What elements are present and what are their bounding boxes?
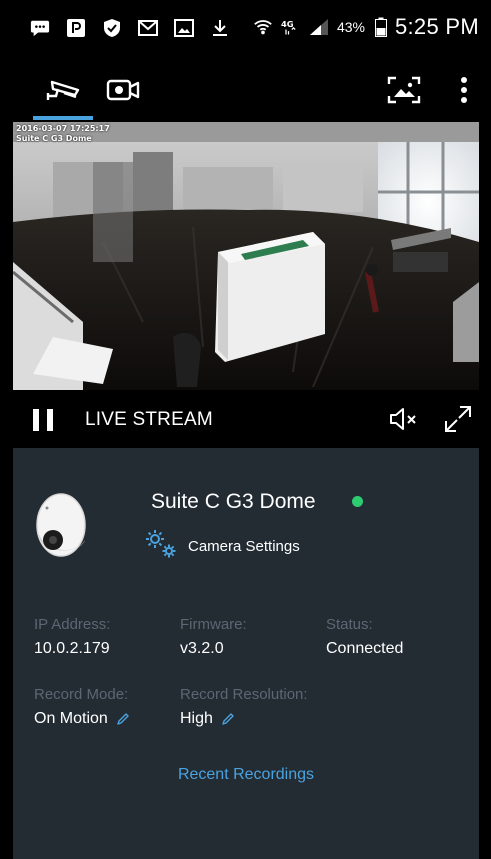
tab-live-cameras[interactable] (43, 72, 83, 112)
status-label: Status: (326, 616, 373, 633)
feed-timestamp: 2016-03-07 17:25:17 (16, 124, 110, 133)
pencil-icon (222, 713, 234, 725)
ip-address-label: IP Address: (34, 616, 111, 633)
fullscreen-button[interactable] (443, 404, 473, 434)
firmware-value: v3.2.0 (180, 640, 224, 657)
recent-recordings-link[interactable]: Recent Recordings (13, 766, 479, 784)
shield-icon (102, 18, 122, 38)
camera-feed[interactable]: 2016-03-07 17:25:17 Suite C G3 Dome (13, 122, 479, 390)
security-camera-icon (44, 76, 82, 109)
battery-percent: 43% (336, 19, 365, 35)
snapshot-button[interactable] (386, 74, 422, 110)
status-bar: 4G 43% 5:25 PM (0, 0, 491, 62)
record-resolution-label: Record Resolution: (180, 686, 308, 703)
edit-record-resolution-button[interactable] (221, 712, 235, 726)
app-p-icon (66, 18, 86, 38)
svg-text:4G: 4G (281, 19, 294, 29)
pause-button[interactable] (33, 409, 53, 431)
snapshot-icon (387, 76, 421, 109)
fullscreen-icon (443, 406, 473, 438)
gears-icon (143, 528, 179, 565)
camera-thumbnail (33, 490, 89, 560)
clock: 5:25 PM (394, 14, 479, 39)
camera-feed-image (13, 122, 479, 390)
feed-overlay: 2016-03-07 17:25:17 Suite C G3 Dome (16, 124, 110, 144)
message-icon (30, 18, 50, 38)
tab-recordings[interactable] (103, 72, 143, 112)
selected-tab-indicator (33, 116, 93, 120)
status-field: Status: Connected (326, 616, 403, 658)
gmail-icon (138, 18, 158, 38)
playback-bar: LIVE STREAM (13, 390, 479, 448)
camera-info-panel: Suite C G3 Dome Camera Settings IP Addre… (13, 448, 479, 859)
video-camera-icon (106, 77, 140, 108)
camera-settings-link[interactable]: Camera Settings (143, 528, 300, 565)
battery-icon (374, 17, 387, 37)
record-resolution-field: Record Resolution: High (180, 686, 308, 728)
wifi-icon (253, 17, 273, 37)
signal-icon (309, 17, 329, 37)
overflow-menu-button[interactable] (446, 74, 482, 110)
firmware-label: Firmware: (180, 616, 247, 633)
volume-off-icon (389, 408, 419, 436)
record-mode-value: On Motion (34, 710, 108, 727)
app-toolbar (0, 62, 491, 122)
ip-address-value: 10.0.2.179 (34, 640, 110, 657)
system-status: 4G 43% 5:25 PM (253, 14, 479, 40)
download-icon (210, 18, 230, 38)
lte-icon: 4G (281, 17, 301, 37)
pencil-icon (117, 713, 129, 725)
more-vert-icon (460, 76, 468, 109)
online-status-dot (352, 496, 363, 507)
status-value: Connected (326, 640, 404, 657)
camera-settings-label: Camera Settings (188, 538, 300, 555)
notification-icons (30, 18, 230, 38)
mute-button[interactable] (389, 406, 419, 432)
record-resolution-value: High (180, 710, 213, 727)
ip-address-field: IP Address: 10.0.2.179 (34, 616, 110, 658)
image-icon (174, 18, 194, 38)
live-stream-label: LIVE STREAM (85, 409, 213, 430)
edit-record-mode-button[interactable] (116, 712, 130, 726)
firmware-field: Firmware: v3.2.0 (180, 616, 247, 658)
camera-name: Suite C G3 Dome (151, 490, 316, 513)
record-mode-field: Record Mode: On Motion (34, 686, 130, 728)
feed-camera-label: Suite C G3 Dome (16, 134, 92, 143)
record-mode-label: Record Mode: (34, 686, 129, 703)
